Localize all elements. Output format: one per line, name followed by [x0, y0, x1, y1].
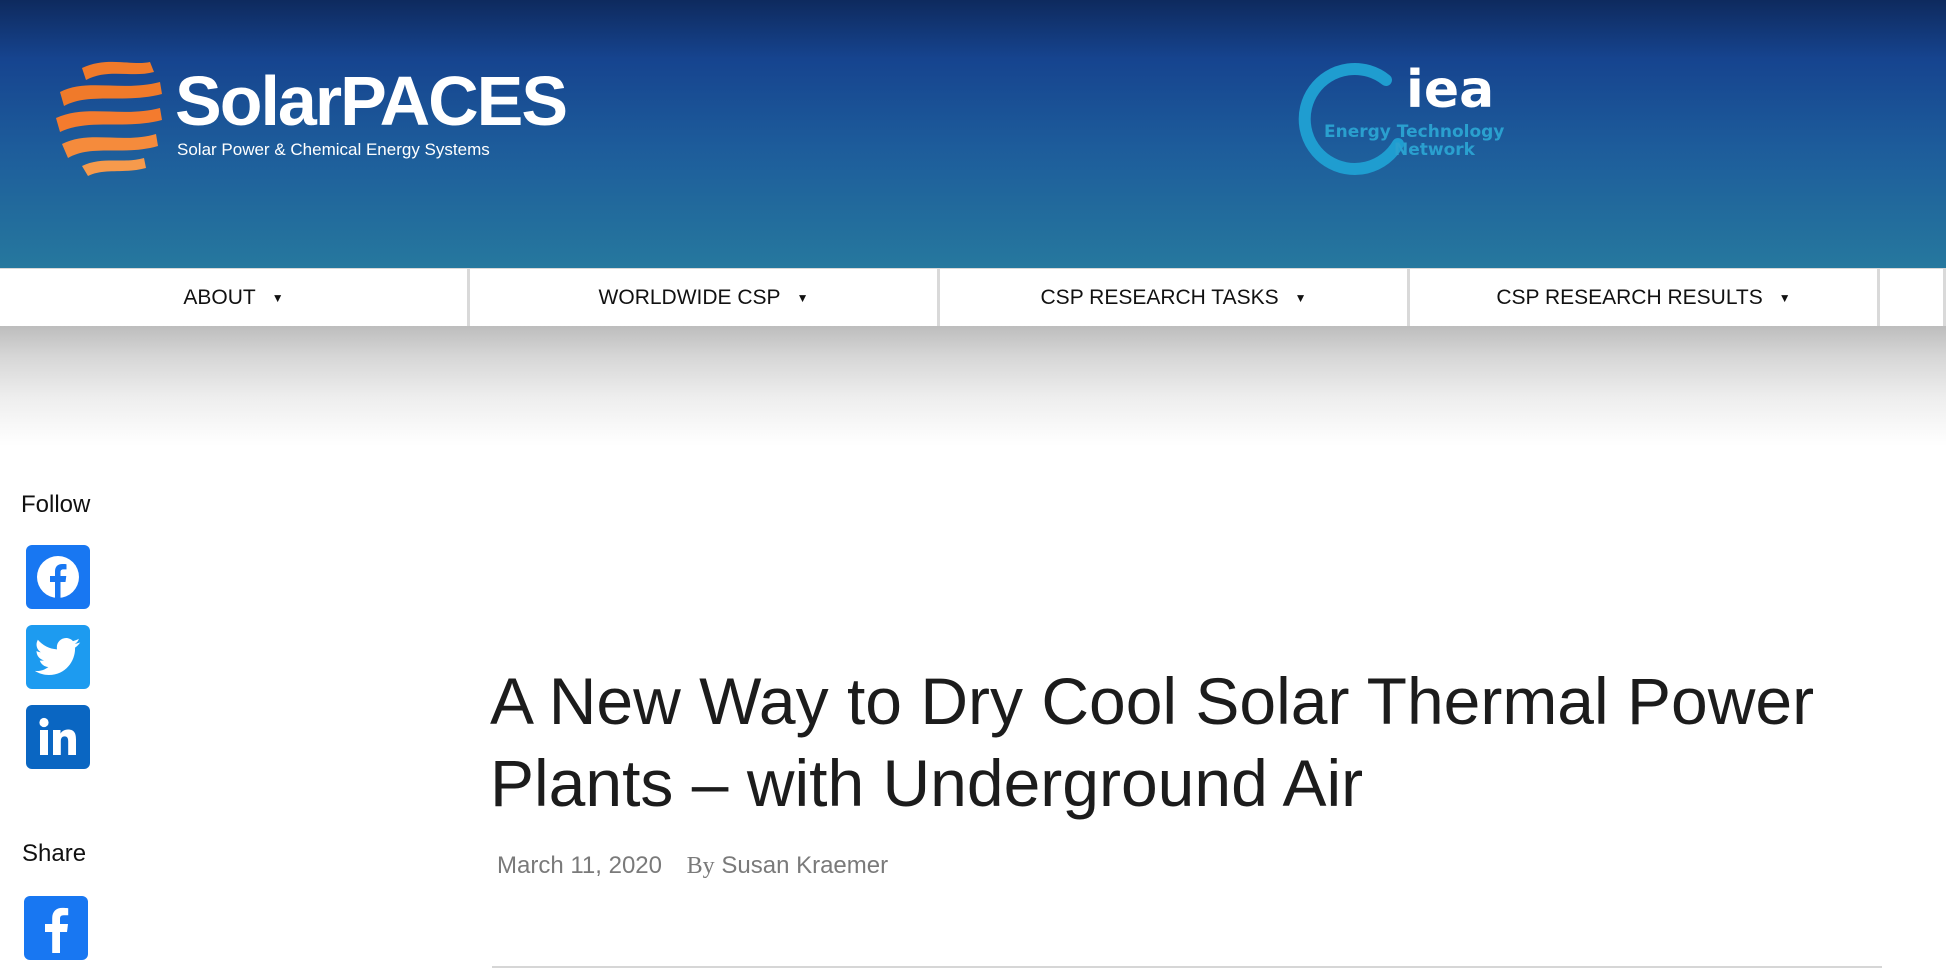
facebook-icon	[37, 556, 79, 598]
iea-ring-icon	[1298, 63, 1404, 175]
dropdown-arrow-icon: ▼	[1778, 291, 1791, 305]
dropdown-arrow-icon: ▼	[796, 291, 809, 305]
nav-item-label: CSP RESEARCH TASKS	[1040, 286, 1279, 309]
follow-facebook-button[interactable]	[26, 545, 90, 609]
logo-wordmark: SolarPACES	[175, 62, 568, 140]
logo-tagline: Solar Power & Chemical Energy Systems	[177, 140, 490, 159]
article-title: A New Way to Dry Cool Solar Thermal Powe…	[490, 664, 1815, 820]
dropdown-arrow-icon: ▼	[271, 291, 284, 305]
content-divider	[492, 966, 1882, 968]
follow-twitter-button[interactable]	[26, 625, 90, 689]
follow-linkedin-button[interactable]	[26, 705, 90, 769]
nav-item-worldwide-csp[interactable]: WORLDWIDE CSP ▼	[470, 269, 940, 327]
share-facebook-button[interactable]	[24, 896, 88, 960]
share-label: Share	[22, 840, 87, 867]
nav-item-label: ABOUT	[183, 286, 256, 309]
nav-item-label: CSP RESEARCH RESULTS	[1496, 286, 1763, 309]
iea-subtitle-line2: Network	[1394, 140, 1475, 160]
solarpaces-logo[interactable]: SolarPACES Solar Power & Chemical Energy…	[52, 56, 568, 176]
article-meta: March 11, 2020 By Susan Kraemer	[497, 852, 888, 880]
follow-label: Follow	[21, 491, 91, 518]
linkedin-icon	[39, 717, 76, 755]
main-nav: ABOUT ▼ WORLDWIDE CSP ▼ CSP RESEARCH TAS…	[0, 268, 1946, 328]
iea-logo[interactable]: iea Energy Technology Network	[1294, 56, 1584, 186]
site-header: SolarPACES Solar Power & Chemical Energy…	[0, 0, 1946, 268]
header-shadow	[0, 326, 1946, 446]
article-date: March 11, 2020	[497, 852, 662, 879]
nav-item-csp-research-tasks[interactable]: CSP RESEARCH TASKS ▼	[940, 269, 1410, 327]
by-label: By	[686, 853, 715, 879]
nav-item-csp-research-results[interactable]: CSP RESEARCH RESULTS ▼	[1410, 269, 1880, 327]
facebook-icon	[45, 907, 69, 953]
nav-item-overflow[interactable]	[1880, 269, 1946, 327]
solarpaces-waves-icon	[56, 61, 162, 176]
dropdown-arrow-icon: ▼	[1294, 291, 1307, 305]
article-author-link[interactable]: Susan Kraemer	[721, 852, 888, 879]
twitter-icon	[35, 638, 81, 676]
iea-wordmark: iea	[1406, 60, 1495, 120]
nav-item-label: WORLDWIDE CSP	[598, 286, 781, 309]
iea-subtitle-line1: Energy Technology	[1324, 122, 1505, 142]
nav-item-about[interactable]: ABOUT ▼	[0, 269, 470, 327]
